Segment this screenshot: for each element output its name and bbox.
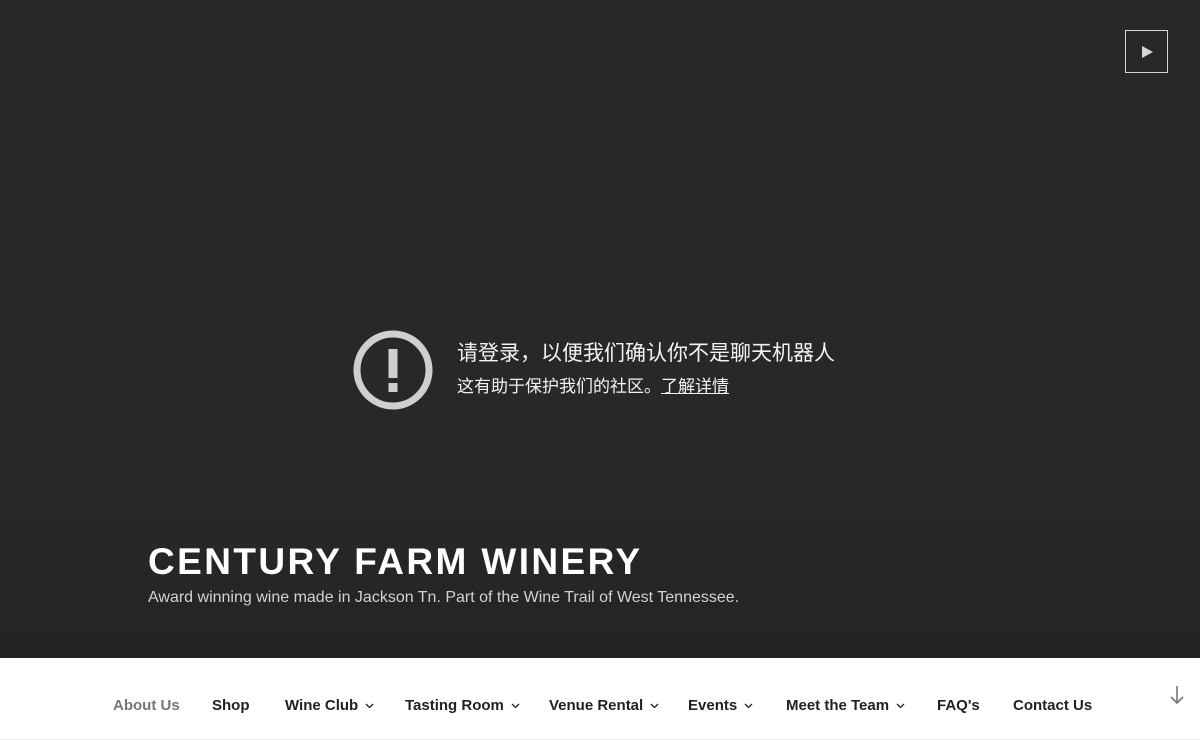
- site-title[interactable]: CENTURY FARM WINERY: [148, 540, 642, 584]
- nav-item-wine-club[interactable]: Wine Club: [285, 695, 374, 715]
- chevron-down-icon: [744, 703, 753, 708]
- nav-item-label: Events: [688, 696, 738, 714]
- main-navigation: About Us Shop Wine Club Tasting Room Ven…: [0, 658, 1200, 740]
- nav-item-label: Meet the Team: [786, 696, 890, 714]
- notice-text: 请登录，以便我们确认你不是聊天机器人 这有助于保护我们的社区。了解详情: [457, 339, 835, 399]
- play-icon: [1141, 45, 1153, 58]
- notice-title: 请登录，以便我们确认你不是聊天机器人: [457, 341, 835, 365]
- nav-item-about-us[interactable]: About Us: [113, 695, 180, 715]
- chevron-down-icon: [896, 703, 905, 708]
- chevron-down-icon: [365, 703, 374, 708]
- bot-check-notice: 请登录，以便我们确认你不是聊天机器人 这有助于保护我们的社区。了解详情: [353, 330, 835, 410]
- hero-header: 请登录，以便我们确认你不是聊天机器人 这有助于保护我们的社区。了解详情 CENT…: [0, 0, 1200, 658]
- nav-item-label: Contact Us: [1013, 696, 1093, 714]
- nav-item-contact-us[interactable]: Contact Us: [1013, 695, 1092, 715]
- nav-item-label: Tasting Room: [405, 696, 504, 714]
- nav-item-faqs[interactable]: FAQ's: [937, 695, 980, 715]
- nav-item-meet-the-team[interactable]: Meet the Team: [786, 695, 905, 715]
- nav-item-venue-rental[interactable]: Venue Rental: [549, 695, 659, 715]
- nav-item-shop[interactable]: Shop: [212, 695, 250, 715]
- site-tagline: Award winning wine made in Jackson Tn. P…: [148, 589, 740, 606]
- chevron-down-icon: [650, 703, 659, 708]
- nav-item-label: About Us: [113, 696, 180, 714]
- arrow-down-icon[interactable]: [1167, 684, 1187, 706]
- nav-item-label: FAQ's: [937, 696, 980, 714]
- chevron-down-icon: [511, 703, 520, 708]
- nav-item-label: Venue Rental: [549, 696, 644, 714]
- notice-subtitle-text: 这有助于保护我们的社区。: [457, 377, 661, 397]
- notice-subtitle: 这有助于保护我们的社区。了解详情: [457, 375, 835, 399]
- nav-item-label: Wine Club: [285, 696, 359, 714]
- nav-item-tasting-room[interactable]: Tasting Room: [405, 695, 520, 715]
- nav-item-label: Shop: [212, 696, 250, 714]
- nav-item-events[interactable]: Events: [688, 695, 753, 715]
- video-play-button[interactable]: [1125, 30, 1168, 73]
- exclamation-circle-icon: [353, 330, 433, 410]
- learn-more-link[interactable]: 了解详情: [661, 377, 729, 397]
